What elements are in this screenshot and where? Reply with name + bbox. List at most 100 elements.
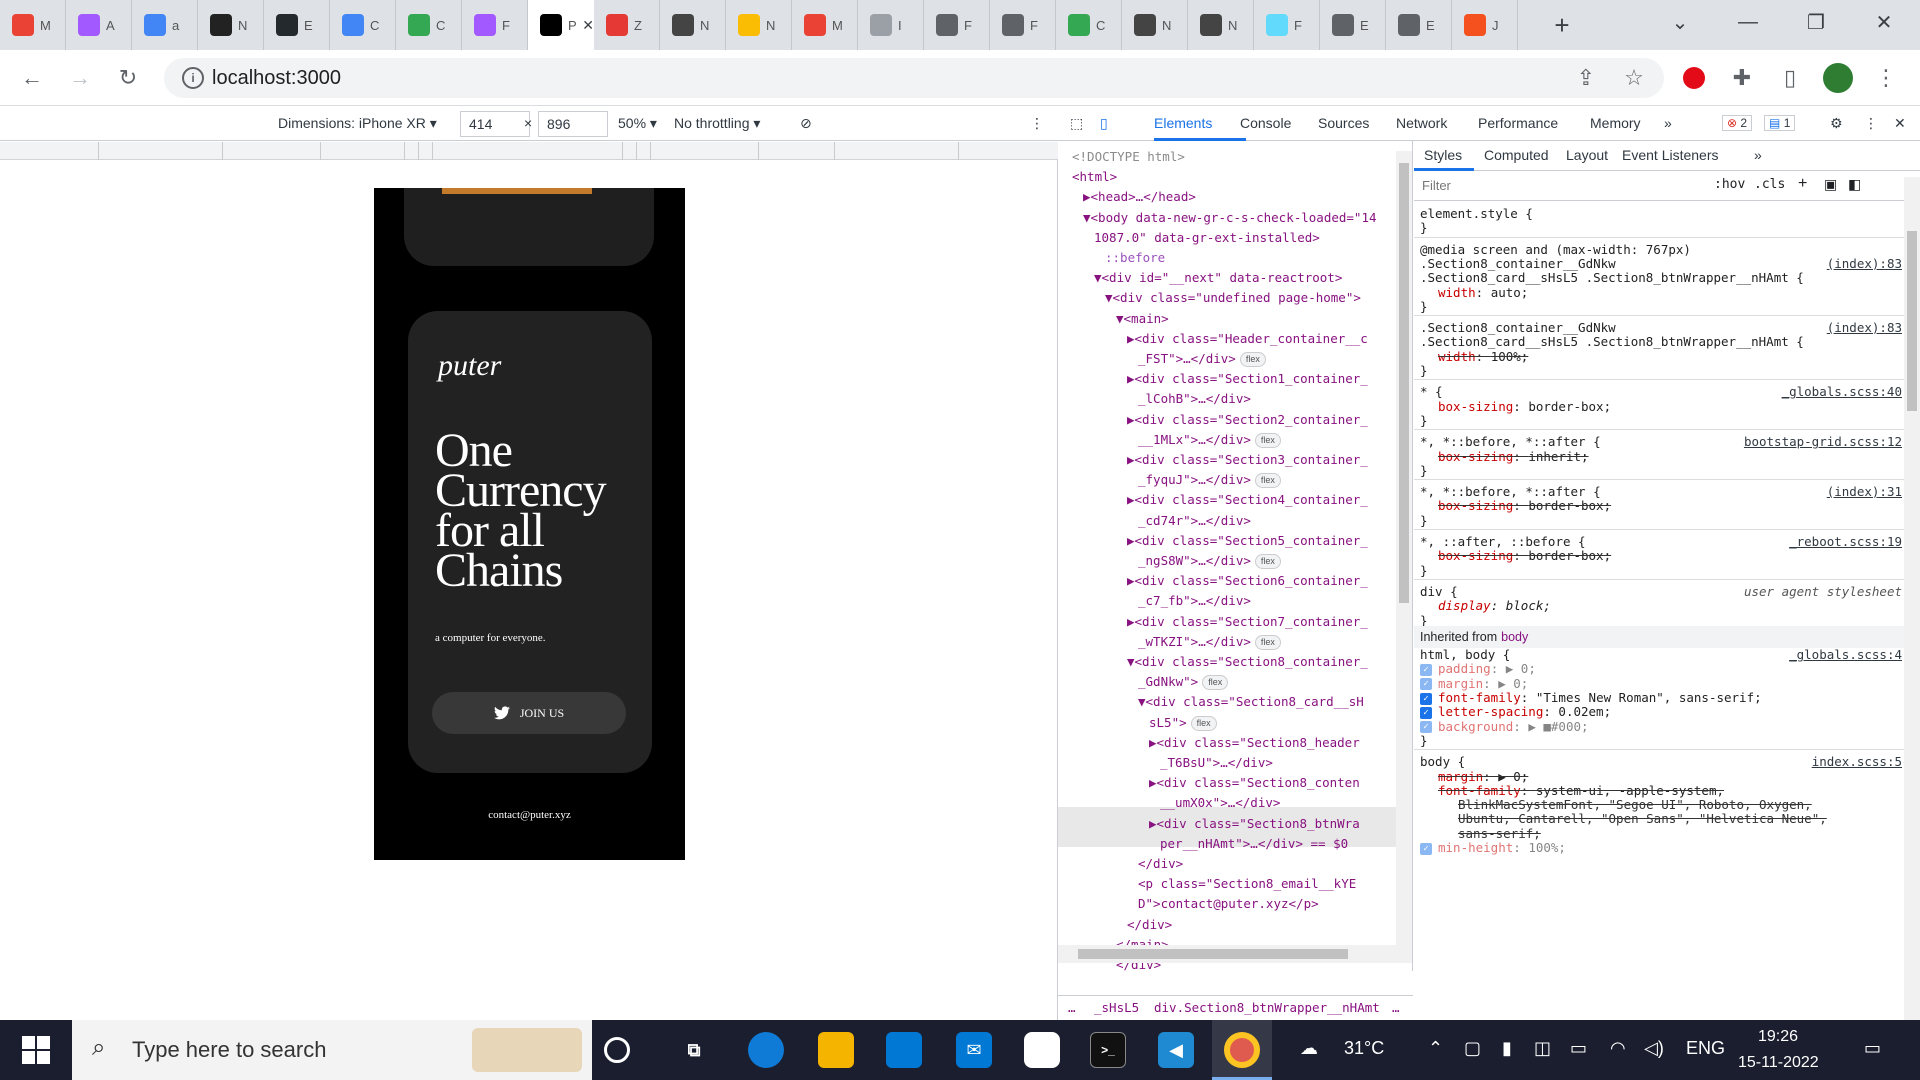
browser-tab[interactable]: M xyxy=(792,0,858,50)
tab-memory[interactable]: Memory xyxy=(1590,115,1641,131)
browser-tab[interactable]: I xyxy=(858,0,924,50)
flex-badge[interactable]: flex xyxy=(1254,473,1281,489)
dom-node-line[interactable]: ▶<div class="Header_container__c xyxy=(1127,329,1368,349)
style-source-link[interactable]: (index):83 xyxy=(1827,255,1902,272)
dom-node-line[interactable]: ▶<div class="Section1_container_ xyxy=(1127,369,1368,389)
weather-icon[interactable]: ☁ xyxy=(1300,1038,1318,1059)
message-count-badge[interactable]: ▤ 1 xyxy=(1764,115,1796,131)
address-bar[interactable]: i localhost:3000 xyxy=(164,58,1664,98)
close-tab-icon[interactable]: ✕ xyxy=(582,17,594,34)
dom-node-line[interactable]: ▶<div class="Section8_header xyxy=(1149,733,1360,753)
temperature[interactable]: 31°C xyxy=(1344,1038,1384,1059)
style-source-link[interactable]: _reboot.scss:19 xyxy=(1789,533,1902,550)
dom-node-line[interactable]: _T6BsU">…</div> xyxy=(1160,753,1273,773)
new-tab-button[interactable]: + xyxy=(1542,5,1582,45)
browser-menu-icon[interactable]: ⋮ xyxy=(1870,62,1902,94)
profile-avatar[interactable] xyxy=(1822,62,1854,94)
devtools-close-icon[interactable]: ✕ xyxy=(1894,115,1906,132)
inspect-element-icon[interactable]: ⬚ xyxy=(1070,115,1083,132)
dom-node-line[interactable]: ▶<div class="Section6_container_ xyxy=(1127,571,1368,591)
style-declaration[interactable]: box-sizing: border-box; xyxy=(1438,498,1611,513)
breadcrumb-item[interactable]: … xyxy=(1392,1000,1400,1015)
dom-node-line[interactable]: ▶<div class="Section8_btnWra xyxy=(1149,814,1360,834)
windows-start-icon[interactable] xyxy=(22,1036,50,1064)
error-count-badge[interactable]: ⊗ 2 xyxy=(1722,115,1753,131)
mail-icon[interactable]: ✉ xyxy=(956,1032,992,1068)
tab-computed[interactable]: Computed xyxy=(1484,147,1549,163)
dom-node-line[interactable]: sL5"> flex xyxy=(1149,713,1217,733)
bookmark-star-icon[interactable]: ☆ xyxy=(1618,62,1650,94)
style-declaration[interactable]: width: auto; xyxy=(1438,285,1528,300)
dom-node-line[interactable]: _lCohB">…</div> xyxy=(1138,389,1251,409)
browser-tab[interactable]: E xyxy=(1320,0,1386,50)
language-indicator[interactable]: ENG xyxy=(1686,1038,1725,1059)
tab-event-listeners[interactable]: Event Listeners xyxy=(1622,147,1719,163)
browser-tab[interactable]: a xyxy=(132,0,198,50)
dom-node-line[interactable]: ▶<head>…</head> xyxy=(1083,187,1196,207)
dom-node-line[interactable]: D">contact@puter.xyz</p> xyxy=(1138,894,1319,914)
browser-tab[interactable]: A xyxy=(66,0,132,50)
tab-elements[interactable]: Elements xyxy=(1154,115,1212,131)
flex-badge[interactable]: flex xyxy=(1202,675,1229,691)
back-icon[interactable]: ← xyxy=(14,60,50,96)
browser-tab[interactable]: F xyxy=(1254,0,1320,50)
browser-tab[interactable]: F xyxy=(924,0,990,50)
phone-link-icon[interactable]: ▢ xyxy=(1464,1038,1481,1059)
dom-node-line[interactable]: __umX0x">…</div> xyxy=(1160,793,1280,813)
notifications-icon[interactable]: ▭ xyxy=(1864,1038,1881,1059)
dom-node-line[interactable]: ▶<div class="Section4_container_ xyxy=(1127,490,1368,510)
hov-toggle[interactable]: :hov xyxy=(1714,177,1745,192)
browser-tab-active[interactable]: P ✕ xyxy=(528,0,594,50)
browser-tab[interactable]: J xyxy=(1452,0,1518,50)
tab-search-icon[interactable]: ⌄ xyxy=(1646,0,1714,44)
slack-icon[interactable] xyxy=(1024,1032,1060,1068)
more-tabs-icon[interactable]: » xyxy=(1664,115,1672,131)
dom-node-line[interactable]: _c7_fb">…</div> xyxy=(1138,591,1251,611)
battery-icon[interactable]: ▭ xyxy=(1570,1038,1587,1059)
browser-tab[interactable]: N xyxy=(198,0,264,50)
edge-icon[interactable] xyxy=(748,1032,784,1068)
dom-node-line[interactable]: ▼<div class="Section8_card__sH xyxy=(1138,692,1364,712)
browser-tab[interactable]: E xyxy=(1386,0,1452,50)
style-declaration[interactable]: min-height: 100%; xyxy=(1438,840,1566,855)
tab-sources[interactable]: Sources xyxy=(1318,115,1369,131)
dom-node-line[interactable]: _ngS8W">…</div> flex xyxy=(1138,551,1281,571)
camera-icon[interactable]: ◫ xyxy=(1534,1038,1551,1059)
browser-tab[interactable]: M xyxy=(0,0,66,50)
more-style-tabs-icon[interactable]: » xyxy=(1754,147,1762,163)
dom-node-line[interactable]: ▼<main> xyxy=(1116,309,1169,329)
browser-tab[interactable]: E xyxy=(264,0,330,50)
terminal-icon[interactable]: >_ xyxy=(1090,1032,1126,1068)
browser-tab[interactable]: Z xyxy=(594,0,660,50)
devtools-menu-icon[interactable]: ⋮ xyxy=(1864,115,1878,132)
dom-node-line[interactable]: _FST">…</div> flex xyxy=(1138,349,1266,369)
info-icon[interactable]: i xyxy=(182,67,204,89)
dom-node-line[interactable]: <html> xyxy=(1072,167,1117,187)
tab-styles[interactable]: Styles xyxy=(1424,147,1462,163)
viewport-height-input[interactable]: 896 xyxy=(538,111,608,137)
styles-scrollbar-thumb[interactable] xyxy=(1907,231,1917,411)
style-source-link[interactable]: _globals.scss:40 xyxy=(1782,383,1902,400)
clock-date[interactable]: 15-11-2022 xyxy=(1738,1054,1819,1072)
device-toggle-icon[interactable]: ▯ xyxy=(1100,115,1108,132)
style-source-link[interactable]: bootstap-grid.scss:12 xyxy=(1744,433,1902,450)
dom-node-line[interactable]: _fyquJ">…</div> flex xyxy=(1138,470,1281,490)
browser-tab[interactable]: N xyxy=(1188,0,1254,50)
flex-badge[interactable]: flex xyxy=(1254,554,1281,569)
style-declaration[interactable]: display: block; xyxy=(1438,598,1551,613)
device-select[interactable]: Dimensions: iPhone XR ▾ xyxy=(278,115,437,132)
extension-opera-icon[interactable] xyxy=(1678,62,1710,94)
wifi-icon[interactable]: ◠ xyxy=(1610,1038,1626,1059)
vscode-icon[interactable]: ◀ xyxy=(1158,1032,1194,1068)
rendering-emulation-icon[interactable]: ▣ xyxy=(1824,176,1837,193)
close-window-button[interactable]: ✕ xyxy=(1850,0,1918,44)
flex-badge[interactable]: flex xyxy=(1254,432,1281,448)
breadcrumb-item[interactable]: … xyxy=(1068,1000,1076,1015)
forward-icon[interactable]: → xyxy=(62,60,98,96)
tab-performance[interactable]: Performance xyxy=(1478,115,1558,131)
join-us-button[interactable]: JOIN US xyxy=(432,692,626,734)
dom-node-line[interactable]: __1MLx">…</div> flex xyxy=(1138,430,1281,450)
breadcrumb-item[interactable]: _sHsL5 xyxy=(1094,1000,1139,1015)
style-declaration[interactable]: width: 100%; xyxy=(1438,349,1528,364)
dom-node-line[interactable]: ▶<div class="Section5_container_ xyxy=(1127,531,1368,551)
